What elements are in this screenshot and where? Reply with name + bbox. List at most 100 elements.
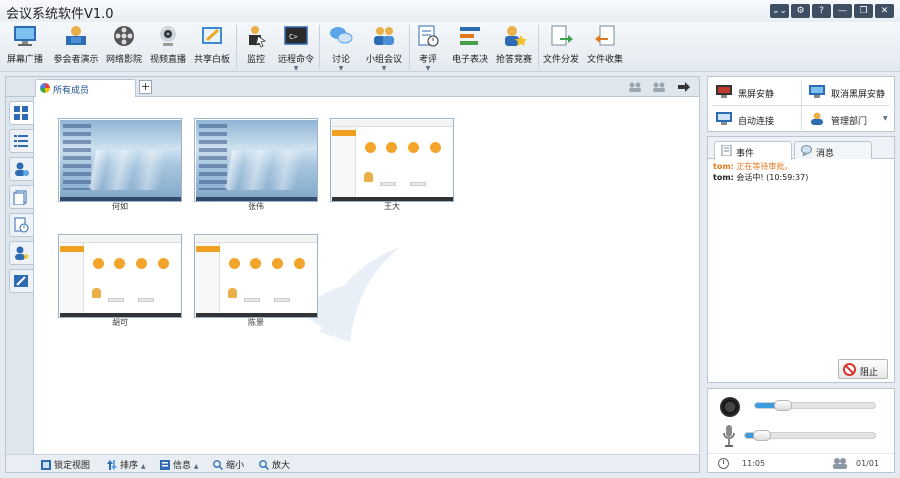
presenter-demo-button[interactable]: 参会者演示 xyxy=(52,22,100,72)
event-line: tom: 正在等待审批。 xyxy=(713,162,793,171)
file-collect-button[interactable]: 文件收集 xyxy=(585,22,625,72)
svg-text:C>: C> xyxy=(289,33,297,41)
cancel-black-screen-button[interactable]: 取消黑屏安静 xyxy=(803,80,893,104)
screen-broadcast-button[interactable]: 屏幕广播 xyxy=(4,22,46,72)
microphone-volume-knob[interactable] xyxy=(753,430,771,441)
member-screen xyxy=(194,234,318,318)
member-name: 王大 xyxy=(384,202,400,211)
microphone-volume-slider[interactable] xyxy=(744,430,876,441)
camera-volume-slider[interactable] xyxy=(754,400,876,411)
camera-volume-knob[interactable] xyxy=(774,400,792,411)
window-controls: ⌄⌄ ⚙ ? — ❐ ✕ xyxy=(770,4,894,18)
evaluation-icon xyxy=(418,25,439,47)
user-group-filter-icon[interactable] xyxy=(628,81,642,93)
group-meeting-icon xyxy=(374,27,394,45)
member-thumbnail[interactable]: 何如 xyxy=(58,118,182,211)
department-user-icon xyxy=(811,112,823,125)
events-tabs: 事件 消息 xyxy=(708,137,894,160)
zoom-in-icon xyxy=(259,460,269,470)
command-prompt-icon: C> xyxy=(284,26,308,45)
auto-connect-button[interactable]: 自动连接 xyxy=(710,107,800,131)
zoom-in-button[interactable]: 放大 xyxy=(259,458,290,471)
auto-connect-icon xyxy=(716,112,732,125)
view-whiteboard-tab[interactable] xyxy=(9,269,33,293)
minimize-icon[interactable]: — xyxy=(833,4,852,18)
black-screen-icon xyxy=(716,85,732,98)
tab-messages[interactable]: 消息 xyxy=(794,141,872,159)
discussion-button[interactable]: 讨论 ▼ xyxy=(323,22,359,72)
black-screen-button[interactable]: 黑屏安静 xyxy=(710,80,800,104)
toolbar-separator xyxy=(319,25,320,69)
view-star-user-tab[interactable] xyxy=(9,241,33,265)
member-name: 何如 xyxy=(112,202,128,211)
session-time: 11:05 xyxy=(742,459,766,468)
view-thumbnail-tab[interactable] xyxy=(9,101,33,125)
status-row: 11:05 01/01 xyxy=(708,453,894,472)
tab-events[interactable]: 事件 xyxy=(714,141,792,160)
member-name: 胡可 xyxy=(112,318,128,327)
shared-whiteboard-button[interactable]: 共享白板 xyxy=(192,22,232,72)
zoom-out-icon xyxy=(213,460,223,470)
view-user-tab[interactable] xyxy=(9,157,33,181)
member-thumbnail[interactable]: 张伟 xyxy=(194,118,318,211)
arrow-right-icon[interactable] xyxy=(677,81,691,93)
user-group-settings-icon[interactable] xyxy=(652,81,666,93)
user-icon xyxy=(15,162,29,176)
member-thumbnail[interactable]: 陈景 xyxy=(194,234,318,327)
sort-button[interactable]: 排序 ▲ xyxy=(107,458,146,471)
lock-view-button[interactable]: 锁定视图 xyxy=(41,458,90,471)
events-panel: 事件 消息 tom: 正在等待审批。 tom: 会话中! (10:59:37) … xyxy=(707,136,895,383)
file-distribute-button[interactable]: 文件分发 xyxy=(541,22,581,72)
list-icon xyxy=(14,135,28,147)
member-screen xyxy=(58,234,182,318)
zoom-out-button[interactable]: 缩小 xyxy=(213,458,244,471)
member-screen xyxy=(58,118,182,202)
film-reel-icon xyxy=(114,26,134,46)
close-icon[interactable]: ✕ xyxy=(875,4,894,18)
desktop-preview xyxy=(196,120,317,201)
microphone-icon[interactable] xyxy=(722,424,736,448)
presenter-icon xyxy=(66,26,86,45)
group-meeting-button[interactable]: 小组会议 ▼ xyxy=(363,22,405,72)
member-name: 张伟 xyxy=(248,202,264,211)
e-vote-button[interactable]: 电子表决 xyxy=(450,22,490,72)
view-list-tab[interactable] xyxy=(9,129,33,153)
quick-actions-panel: 黑屏安静 取消黑屏安静 自动连接 管理部门 ▼ xyxy=(707,76,895,132)
monitor-broadcast-icon xyxy=(14,26,36,46)
divider xyxy=(801,80,802,130)
help-icon[interactable]: ? xyxy=(812,4,831,18)
evaluation-button[interactable]: 考评 ▼ xyxy=(412,22,444,72)
video-live-button[interactable]: 视频直播 xyxy=(148,22,188,72)
camera-icon[interactable] xyxy=(720,397,740,417)
desktop-preview xyxy=(60,120,181,201)
member-thumbnail[interactable]: 胡可 xyxy=(58,234,182,327)
info-icon xyxy=(160,460,170,470)
members-view-panel: 所有成员 + 何如 张伟 王大 胡可 陈景 锁定视图 排序 ▲ 信息 ▲ 缩小 … xyxy=(5,76,700,473)
remote-command-button[interactable]: C> 远程命令 ▼ xyxy=(276,22,316,72)
document-icon xyxy=(721,145,732,156)
tab-all-members[interactable]: 所有成员 xyxy=(35,79,136,97)
settings-gear-icon[interactable]: ⚙ xyxy=(791,4,810,18)
file-collect-icon xyxy=(595,25,615,46)
clock-document-icon xyxy=(14,217,29,233)
info-dropdown-arrow[interactable]: ▲ xyxy=(194,463,199,470)
quiz-contest-button[interactable]: 抢答竞赛 xyxy=(494,22,534,72)
view-mode-tabs xyxy=(6,97,34,454)
network-cinema-button[interactable]: 网络影院 xyxy=(104,22,144,72)
lock-view-icon xyxy=(41,460,51,470)
view-clock-tab[interactable] xyxy=(9,213,33,237)
info-button[interactable]: 信息 ▲ xyxy=(160,458,199,471)
add-tab-button[interactable]: + xyxy=(139,80,152,94)
monitor-button[interactable]: 监控 xyxy=(240,22,272,72)
manage-dept-dropdown-arrow[interactable]: ▼ xyxy=(883,115,888,122)
thumbnail-grid: 何如 张伟 王大 胡可 陈景 xyxy=(35,97,698,454)
file-send-icon xyxy=(551,25,573,46)
view-document-tab[interactable] xyxy=(9,185,33,209)
sort-dropdown-arrow[interactable]: ▲ xyxy=(141,463,146,470)
manage-department-button[interactable]: 管理部门 ▼ xyxy=(803,107,893,131)
restore-icon[interactable]: ❐ xyxy=(854,4,873,18)
clock-icon xyxy=(718,458,729,469)
member-thumbnail[interactable]: 王大 xyxy=(330,118,454,211)
stop-button[interactable]: 阻止 xyxy=(838,359,888,379)
collapse-icon[interactable]: ⌄⌄ xyxy=(770,4,789,18)
